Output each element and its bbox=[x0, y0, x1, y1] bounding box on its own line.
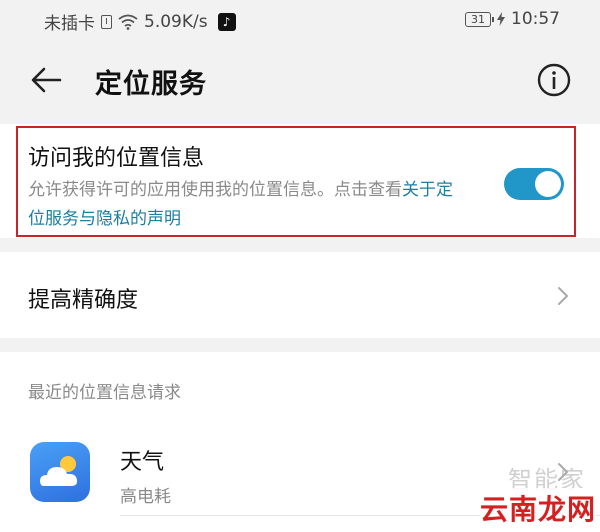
app-name: 天气 bbox=[120, 450, 165, 475]
status-left: 未插卡 5.09K/s ♪ bbox=[44, 9, 236, 34]
recent-requests-header: 最近的位置信息请求 bbox=[28, 383, 181, 403]
accuracy-label: 提高精确度 bbox=[28, 288, 139, 313]
app-header: 定位服务 bbox=[0, 40, 600, 120]
app-power-usage: 高电耗 bbox=[120, 487, 171, 507]
watermark: 智能家 云南龙网 bbox=[466, 460, 600, 532]
page-title: 定位服务 bbox=[95, 69, 207, 100]
location-access-card: 访问我的位置信息 允许获得许可的应用使用我的位置信息。点击查看关于定位服务与隐私… bbox=[0, 124, 600, 238]
accuracy-row[interactable]: 提高精确度 bbox=[0, 252, 600, 338]
charging-icon bbox=[497, 12, 505, 26]
toggle-knob bbox=[535, 171, 561, 197]
tiktok-icon: ♪ bbox=[217, 12, 236, 31]
status-right: 31 10:57 bbox=[465, 9, 560, 29]
chevron-right-icon bbox=[558, 287, 568, 305]
info-icon[interactable] bbox=[536, 62, 572, 98]
wifi-icon bbox=[118, 14, 138, 30]
watermark-logo-text: 云南龙网 bbox=[479, 488, 596, 528]
battery-icon: 31 bbox=[465, 11, 494, 27]
location-toggle[interactable] bbox=[504, 168, 564, 200]
carrier-text: 未插卡 bbox=[44, 14, 95, 34]
location-access-description: 允许获得许可的应用使用我的位置信息。点击查看关于定位服务与隐私的声明 bbox=[28, 176, 468, 234]
status-bar: 未插卡 5.09K/s ♪ 31 10:57 bbox=[0, 0, 600, 40]
clock: 10:57 bbox=[511, 9, 560, 29]
battery-level: 31 bbox=[471, 12, 485, 26]
sim-card-icon bbox=[101, 14, 112, 29]
location-access-title: 访问我的位置信息 bbox=[28, 146, 205, 171]
network-speed: 5.09K/s bbox=[144, 11, 208, 32]
weather-app-icon bbox=[30, 442, 90, 502]
back-arrow-icon[interactable] bbox=[28, 62, 64, 98]
description-text: 允许获得许可的应用使用我的位置信息。点击查看 bbox=[28, 180, 402, 200]
